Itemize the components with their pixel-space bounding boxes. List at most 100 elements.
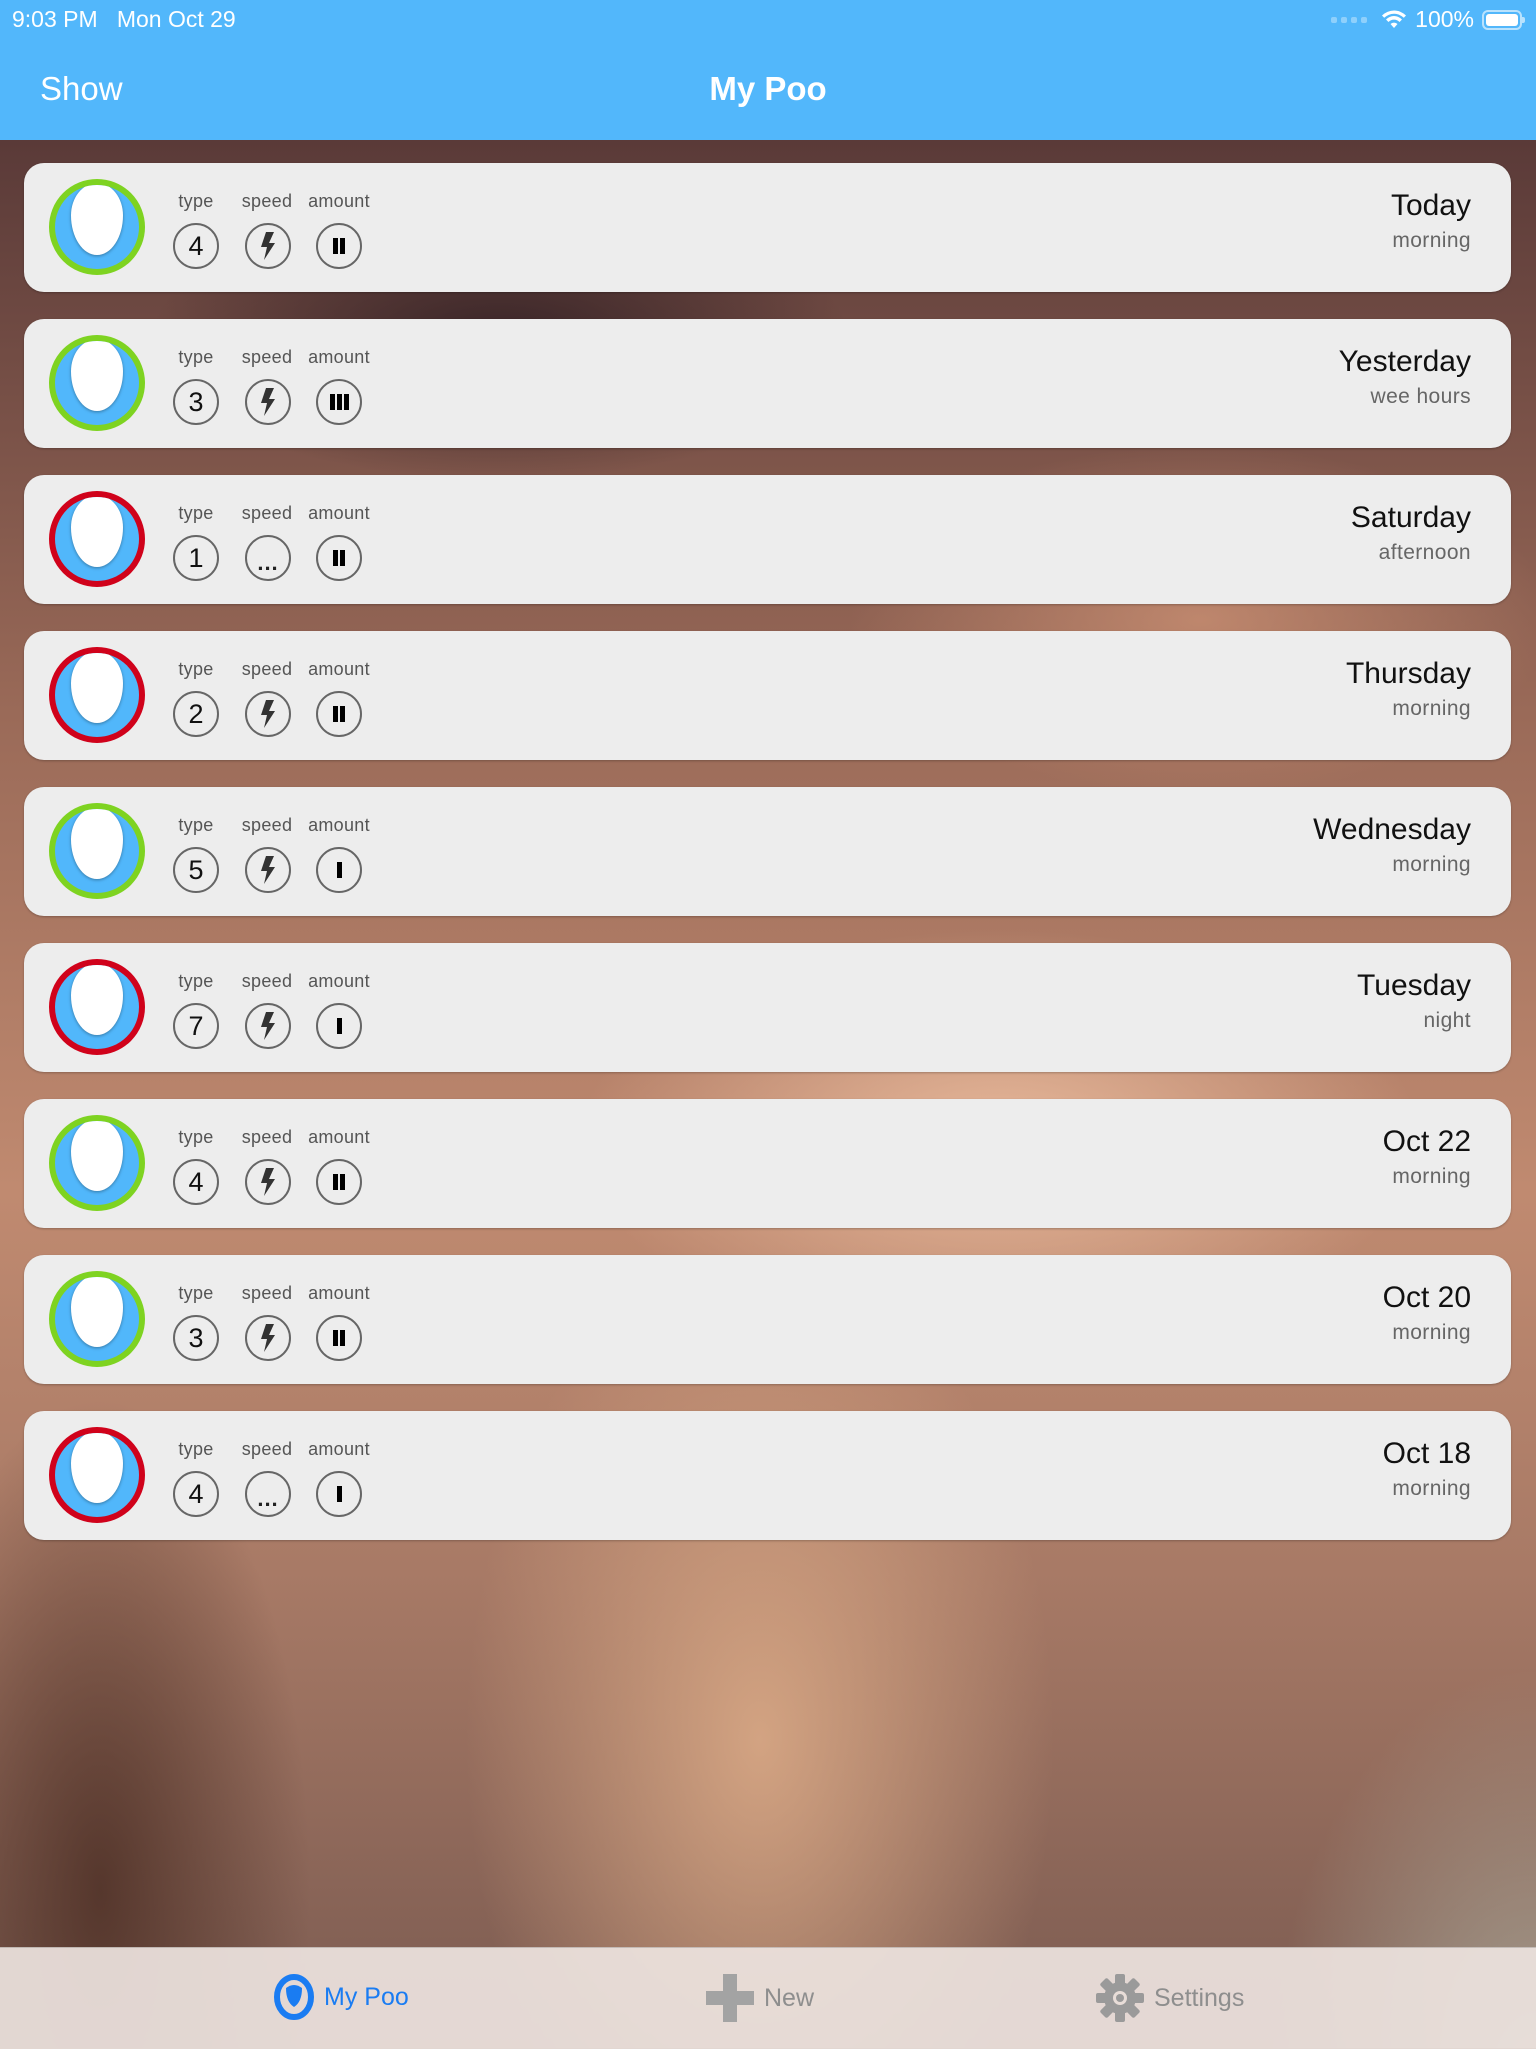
wifi-icon — [1382, 10, 1407, 28]
entry-time-of-day: morning — [1392, 1165, 1471, 1188]
toilet-seat-icon — [71, 1277, 123, 1347]
amount-bar — [340, 550, 345, 566]
status-ring-icon — [49, 647, 145, 743]
lightning-icon — [261, 1168, 275, 1196]
amount-bars-icon — [333, 706, 345, 722]
entry-when: Oct 20 morning — [1383, 1281, 1471, 1345]
speed-badge — [245, 1159, 291, 1205]
lightning-icon — [261, 1012, 275, 1040]
speed-label: speed — [241, 1127, 293, 1147]
amount-badge — [316, 379, 362, 425]
entry-card[interactable]: type speed amount 3 Oct 20 morning — [24, 1255, 1511, 1384]
amount-badge — [316, 691, 362, 737]
entry-card[interactable]: type speed amount 7 Tuesday night — [24, 943, 1511, 1072]
amount-bars-icon — [333, 1174, 345, 1190]
toilet-seat-icon — [71, 497, 123, 567]
amount-bars-icon — [333, 1330, 345, 1346]
amount-bar — [343, 394, 349, 410]
tab-my-poo[interactable]: My Poo — [274, 1974, 409, 2020]
amount-label: amount — [308, 503, 370, 523]
tab-new-label: New — [764, 1983, 815, 2012]
plus-icon — [706, 1974, 754, 2022]
type-value: 1 — [188, 542, 204, 573]
speed-label: speed — [241, 971, 293, 991]
speed-badge: ... — [245, 1471, 291, 1517]
amount-bar — [333, 550, 338, 566]
speed-label: speed — [241, 347, 293, 367]
type-label: type — [178, 815, 214, 835]
entry-card[interactable]: type speed amount 4 Oct 22 morning — [24, 1099, 1511, 1228]
speed-badge — [245, 223, 291, 269]
status-ring-icon — [49, 491, 145, 587]
type-label: type — [178, 1439, 214, 1459]
entry-card[interactable]: type speed amount 1... Saturday afternoon — [24, 475, 1511, 604]
tab-new[interactable]: New — [706, 1974, 814, 2022]
status-ring-icon — [49, 803, 145, 899]
type-label: type — [178, 1283, 214, 1303]
entry-time-of-day: night — [1423, 1009, 1471, 1032]
entry-card[interactable]: type speed amount 4... Oct 18 morning — [24, 1411, 1511, 1540]
entry-card[interactable]: type speed amount 5 Wednesday morning — [24, 787, 1511, 916]
entry-when: Saturday afternoon — [1351, 501, 1471, 565]
toilet-seat-icon — [71, 341, 123, 411]
battery-icon — [1482, 9, 1525, 30]
entry-card[interactable]: type speed amount 3 Yesterday wee hours — [24, 319, 1511, 448]
amount-bar — [340, 238, 345, 254]
amount-bar — [336, 862, 342, 878]
entry-when: Thursday morning — [1346, 657, 1471, 721]
page-title: My Poo — [709, 70, 827, 107]
entry-day: Yesterday — [1338, 345, 1471, 378]
entry-day: Saturday — [1350, 501, 1471, 534]
amount-badge — [316, 1471, 362, 1517]
entry-day: Thursday — [1345, 657, 1471, 690]
toilet-seat-icon — [71, 653, 123, 723]
toilet-seat-icon — [71, 185, 123, 255]
speed-badge: ... — [245, 535, 291, 581]
type-value: 2 — [188, 698, 204, 729]
amount-badge — [316, 847, 362, 893]
amount-bars-icon — [329, 394, 349, 410]
top-bar: 9:03 PM Mon Oct 29 100% Show My Poo — [0, 0, 1536, 140]
speed-badge — [245, 847, 291, 893]
amount-label: amount — [308, 1283, 370, 1303]
entry-when: Yesterday wee hours — [1339, 345, 1471, 409]
speed-badge — [245, 691, 291, 737]
amount-bars-icon — [336, 862, 342, 878]
entry-when: Tuesday night — [1357, 969, 1471, 1033]
entry-card[interactable]: type speed amount 2 Thursday morning — [24, 631, 1511, 760]
entry-time-of-day: morning — [1392, 697, 1471, 720]
entry-time-of-day: morning — [1392, 229, 1471, 252]
amount-bar — [329, 394, 335, 410]
amount-label: amount — [308, 1127, 370, 1147]
amount-bar — [333, 706, 338, 722]
type-badge: 4 — [173, 1159, 219, 1205]
type-badge: 7 — [173, 1003, 219, 1049]
status-time: 9:03 PM — [12, 6, 98, 32]
type-label: type — [178, 503, 214, 523]
status-date: Mon Oct 29 — [116, 6, 236, 32]
amount-bars-icon — [333, 238, 345, 254]
battery-fill — [1486, 13, 1518, 26]
type-value: 3 — [188, 386, 204, 417]
amount-bar — [340, 706, 345, 722]
amount-bar — [336, 1486, 342, 1502]
signal-dots-icon — [1331, 16, 1368, 23]
tab-settings[interactable]: Settings — [1096, 1974, 1244, 2022]
type-value: 3 — [188, 1322, 204, 1353]
lightning-icon — [261, 1324, 275, 1352]
speed-label: speed — [241, 815, 293, 835]
amount-bar — [333, 1330, 338, 1346]
status-ring-icon — [49, 1427, 145, 1523]
amount-label: amount — [308, 191, 370, 211]
entry-card[interactable]: type speed amount 4 Today morning — [24, 163, 1511, 292]
entry-time-of-day: wee hours — [1370, 385, 1471, 408]
type-badge: 1 — [173, 535, 219, 581]
entry-day: Tuesday — [1357, 969, 1471, 1002]
lightning-icon — [261, 700, 275, 728]
entry-day: Today — [1390, 189, 1471, 222]
toilet-seat-icon — [71, 1433, 123, 1503]
speed-badge — [245, 379, 291, 425]
tab-bar: My Poo New Settings — [0, 1947, 1536, 2049]
entry-day: Wednesday — [1313, 813, 1471, 846]
status-right: 100% — [1331, 6, 1525, 33]
